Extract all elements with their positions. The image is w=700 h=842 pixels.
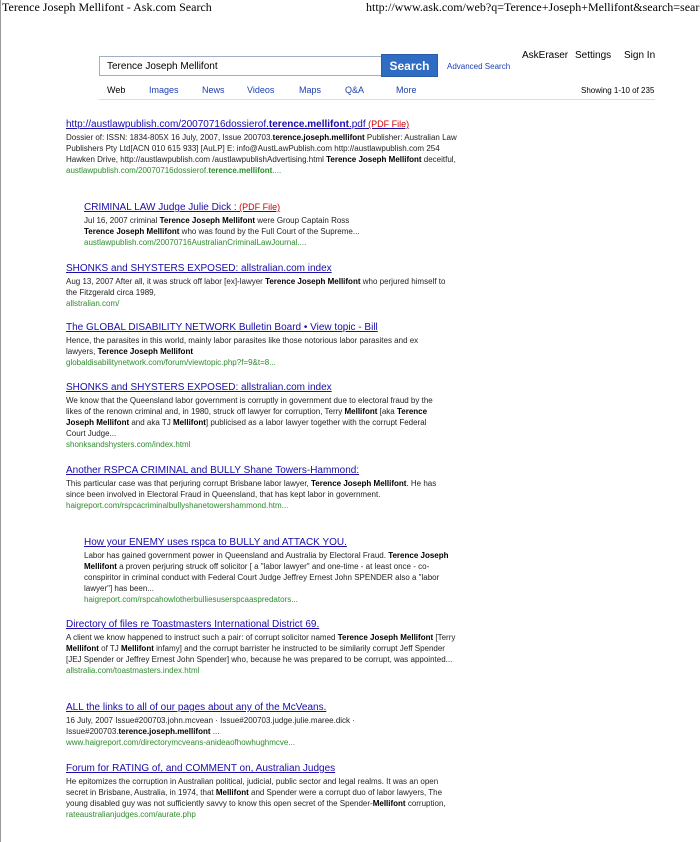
result-snippet: Aug 13, 2007 After all, it was struck of… bbox=[66, 277, 446, 297]
advanced-search-link[interactable]: Advanced Search bbox=[447, 62, 510, 71]
result-snippet: Dossier of: ISSN: 1834-805X 16 July, 200… bbox=[66, 133, 457, 164]
result-item: Directory of files re Toastmasters Inter… bbox=[66, 619, 456, 676]
results-count: Showing 1-10 of 235 bbox=[581, 86, 655, 95]
result-item: The GLOBAL DISABILITY NETWORK Bulletin B… bbox=[66, 322, 446, 368]
tab-qa[interactable]: Q&A bbox=[345, 85, 364, 95]
left-border bbox=[0, 0, 1, 842]
tab-images[interactable]: Images bbox=[149, 85, 179, 95]
tab-more[interactable]: More bbox=[396, 85, 417, 95]
result-url[interactable]: haigreport.com/rspcahowlotherbulliesuser… bbox=[84, 594, 459, 605]
pdf-badge: (PDF File) bbox=[236, 202, 281, 212]
result-snippet: Hence, the parasites in this world, main… bbox=[66, 336, 419, 356]
tab-videos[interactable]: Videos bbox=[247, 85, 274, 95]
print-url: http://www.ask.com/web?q=Terence+Joseph+… bbox=[366, 0, 700, 14]
sign-in-link[interactable]: Sign In bbox=[624, 50, 655, 61]
result-url[interactable]: rateaustralianjudges.com/aurate.php bbox=[66, 809, 461, 820]
result-url[interactable]: www.haigreport.com/directorymcveans-anid… bbox=[66, 737, 446, 748]
tabs-divider bbox=[99, 99, 655, 100]
result-title-link[interactable]: SHONKS and SHYSTERS EXPOSED: allstralian… bbox=[66, 382, 446, 394]
result-url[interactable]: globaldisabilitynetwork.com/forum/viewto… bbox=[66, 357, 446, 368]
result-snippet: He epitomizes the corruption in Australi… bbox=[66, 777, 446, 808]
result-item: How your ENEMY uses rspca to BULLY and A… bbox=[84, 537, 459, 605]
result-title-link[interactable]: How your ENEMY uses rspca to BULLY and A… bbox=[84, 537, 459, 549]
result-url[interactable]: allstralia.com/toastmasters.index.html bbox=[66, 665, 456, 676]
result-item: CRIMINAL LAW Judge Julie Dick : (PDF Fil… bbox=[84, 201, 374, 248]
result-url[interactable]: shonksandshysters.com/index.html bbox=[66, 439, 446, 450]
result-url[interactable]: allstralian.com/ bbox=[66, 298, 446, 309]
result-title-link[interactable]: ALL the links to all of our pages about … bbox=[66, 702, 446, 714]
tab-web[interactable]: Web bbox=[107, 85, 125, 95]
result-snippet: A client we know happened to instruct su… bbox=[66, 633, 456, 664]
result-title-link[interactable]: The GLOBAL DISABILITY NETWORK Bulletin B… bbox=[66, 322, 446, 334]
tab-maps[interactable]: Maps bbox=[299, 85, 321, 95]
result-item: SHONKS and SHYSTERS EXPOSED: allstralian… bbox=[66, 263, 446, 309]
result-url[interactable]: austlawpublish.com/20070716AustralianCri… bbox=[84, 237, 374, 248]
result-title-link[interactable]: http://austlawpublish.com/20070716dossie… bbox=[66, 118, 466, 131]
result-snippet: This particular case was that perjuring … bbox=[66, 479, 437, 499]
search-button[interactable]: Search bbox=[381, 54, 438, 77]
result-item: Another RSPCA CRIMINAL and BULLY Shane T… bbox=[66, 465, 456, 511]
result-url[interactable]: austlawpublish.com/20070716dossierof.ter… bbox=[66, 165, 466, 176]
result-item: Forum for RATING of, and COMMENT on, Aus… bbox=[66, 763, 461, 820]
result-item: http://austlawpublish.com/20070716dossie… bbox=[66, 118, 466, 176]
pdf-badge: (PDF File) bbox=[365, 119, 410, 129]
search-input[interactable]: Terence Joseph Mellifont bbox=[99, 56, 381, 76]
result-item: SHONKS and SHYSTERS EXPOSED: allstralian… bbox=[66, 382, 446, 450]
result-title-link[interactable]: Another RSPCA CRIMINAL and BULLY Shane T… bbox=[66, 465, 456, 477]
result-snippet: We know that the Queensland labor govern… bbox=[66, 396, 433, 438]
tab-news[interactable]: News bbox=[202, 85, 225, 95]
print-title: Terence Joseph Mellifont - Ask.com Searc… bbox=[2, 0, 212, 14]
result-snippet: Jul 16, 2007 criminal Terence Joseph Mel… bbox=[84, 216, 360, 236]
result-url[interactable]: haigreport.com/rspcacriminalbullyshaneto… bbox=[66, 500, 456, 511]
result-title-link[interactable]: CRIMINAL LAW Judge Julie Dick : (PDF Fil… bbox=[84, 201, 374, 214]
settings-link[interactable]: Settings bbox=[575, 50, 611, 61]
result-title-link[interactable]: SHONKS and SHYSTERS EXPOSED: allstralian… bbox=[66, 263, 446, 275]
result-item: ALL the links to all of our pages about … bbox=[66, 702, 446, 748]
result-title-link[interactable]: Directory of files re Toastmasters Inter… bbox=[66, 619, 456, 631]
askeraser-link[interactable]: AskEraser bbox=[522, 50, 568, 61]
result-snippet: Labor has gained government power in Que… bbox=[84, 551, 449, 593]
print-header: Terence Joseph Mellifont - Ask.com Searc… bbox=[0, 0, 700, 16]
result-title-link[interactable]: Forum for RATING of, and COMMENT on, Aus… bbox=[66, 763, 461, 775]
result-snippet: 16 July, 2007 Issue#200703.john.mcvean ·… bbox=[66, 716, 355, 736]
